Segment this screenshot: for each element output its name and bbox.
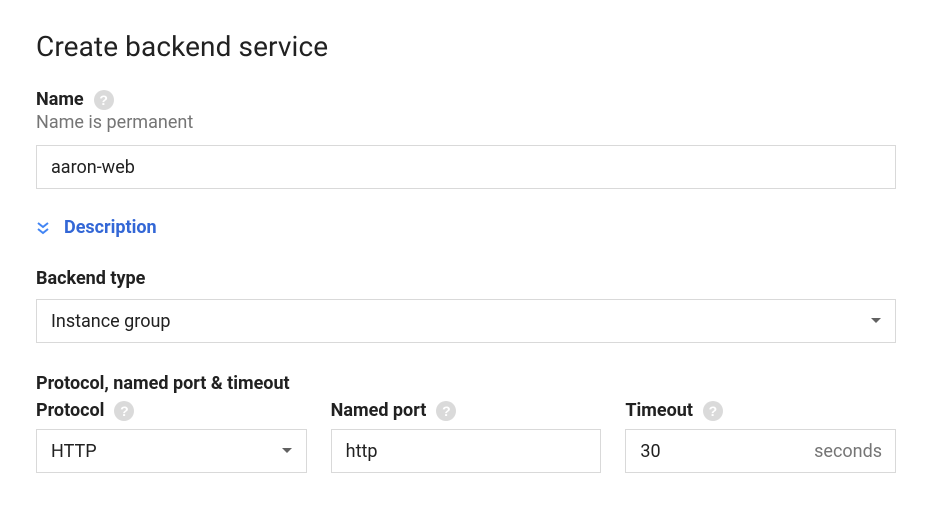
protocol-label-row: Protocol ?	[36, 400, 307, 421]
backend-type-label-row: Backend type	[36, 268, 896, 289]
name-subtext: Name is permanent	[36, 112, 896, 133]
help-icon[interactable]: ?	[703, 401, 723, 421]
named-port-label-row: Named port ?	[331, 400, 602, 421]
protocol-select-wrap: HTTP	[36, 429, 307, 473]
protocol-col: Protocol ? HTTP	[36, 400, 307, 473]
help-icon[interactable]: ?	[114, 401, 134, 421]
backend-type-block: Backend type Instance group	[36, 268, 896, 343]
name-label-row: Name ?	[36, 89, 896, 110]
help-icon[interactable]: ?	[436, 401, 456, 421]
name-input[interactable]	[36, 145, 896, 189]
named-port-col: Named port ?	[331, 400, 602, 473]
page-title: Create backend service	[36, 30, 896, 63]
protocol-row: Protocol ? HTTP Named port ? Timeout ?	[36, 400, 896, 473]
name-label: Name	[36, 89, 84, 110]
backend-type-select[interactable]: Instance group	[36, 299, 896, 343]
named-port-label: Named port	[331, 400, 427, 421]
protocol-label: Protocol	[36, 400, 104, 421]
timeout-input-wrap: seconds	[625, 429, 896, 473]
help-icon[interactable]: ?	[94, 90, 114, 110]
named-port-input[interactable]	[331, 429, 602, 473]
protocols-heading: Protocol, named port & timeout	[36, 373, 896, 394]
chevron-double-down-icon	[36, 221, 50, 235]
protocol-value: HTTP	[51, 441, 97, 462]
backend-type-label: Backend type	[36, 268, 145, 289]
timeout-label: Timeout	[625, 400, 693, 421]
protocol-select[interactable]: HTTP	[36, 429, 307, 473]
timeout-input[interactable]	[625, 429, 896, 473]
description-label: Description	[64, 217, 157, 238]
timeout-label-row: Timeout ?	[625, 400, 896, 421]
backend-type-select-wrap: Instance group	[36, 299, 896, 343]
description-expander[interactable]: Description	[36, 217, 896, 238]
name-field-block: Name ? Name is permanent	[36, 89, 896, 189]
timeout-col: Timeout ? seconds	[625, 400, 896, 473]
backend-type-value: Instance group	[51, 311, 171, 332]
